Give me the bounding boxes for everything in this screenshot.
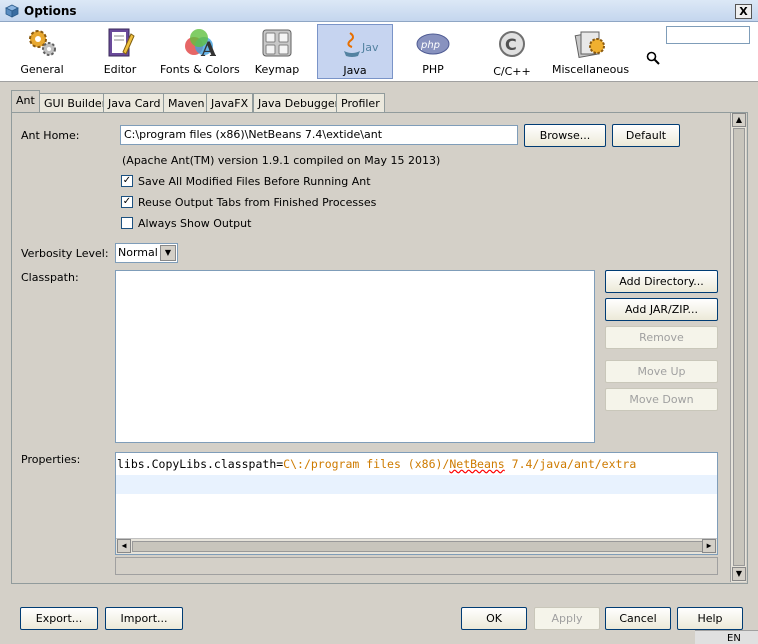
- close-icon: X: [739, 5, 748, 18]
- category-label: Editor: [103, 63, 137, 76]
- category-php[interactable]: php PHP: [396, 24, 470, 79]
- category-cpp[interactable]: C C/C++: [474, 24, 550, 79]
- vertical-scrollbar[interactable]: ▲ ▼: [730, 113, 746, 582]
- tab-java-debugger[interactable]: Java Debugger: [253, 93, 345, 112]
- add-directory-button[interactable]: Add Directory...: [605, 270, 718, 293]
- category-label: Fonts & Colors: [160, 63, 240, 76]
- svg-text:A: A: [200, 37, 216, 60]
- add-jar-button[interactable]: Add JAR/ZIP...: [605, 298, 718, 321]
- category-java[interactable]: Java Java: [317, 24, 393, 79]
- chevron-down-icon[interactable]: ▼: [160, 245, 176, 261]
- category-label: Keymap: [254, 63, 300, 76]
- category-fonts-colors[interactable]: A Fonts & Colors: [160, 24, 240, 79]
- tab-maven[interactable]: Maven: [163, 93, 210, 112]
- move-up-button[interactable]: Move Up: [605, 360, 718, 383]
- close-button[interactable]: X: [735, 4, 752, 19]
- scroll-up-icon[interactable]: ▲: [732, 113, 746, 127]
- properties-current-line: [116, 475, 717, 494]
- svg-text:C: C: [505, 35, 517, 54]
- java-icon: Java: [344, 32, 379, 57]
- category-editor[interactable]: Editor: [82, 24, 158, 79]
- ant-version-text: (Apache Ant(TM) version 1.9.1 compiled o…: [122, 154, 441, 167]
- scroll-down-icon[interactable]: ▼: [732, 567, 746, 581]
- verbosity-value: Normal: [118, 246, 158, 259]
- property-value: C\:/program files (x86)/NetBeans 7.4/jav…: [283, 457, 637, 471]
- classpath-label: Classpath:: [21, 271, 79, 284]
- ant-home-field[interactable]: C:\program files (x86)\NetBeans 7.4\exti…: [120, 125, 518, 145]
- gears-icon: [29, 30, 56, 56]
- category-miscellaneous[interactable]: Miscellaneous: [552, 24, 630, 79]
- verbosity-label: Verbosity Level:: [21, 247, 109, 260]
- tab-gui-builder[interactable]: GUI Builder: [39, 93, 112, 112]
- tab-ant[interactable]: Ant: [11, 90, 40, 113]
- tab-profiler[interactable]: Profiler: [336, 93, 385, 112]
- cancel-button[interactable]: Cancel: [605, 607, 671, 630]
- svg-text:php: php: [420, 40, 440, 51]
- save-modified-checkbox[interactable]: ✓: [121, 175, 133, 187]
- save-modified-label: Save All Modified Files Before Running A…: [138, 175, 371, 188]
- properties-editor[interactable]: libs.CopyLibs.classpath=C\:/program file…: [115, 452, 718, 555]
- scroll-left-icon[interactable]: ◀: [117, 539, 131, 553]
- taskbar-fragment: EN: [695, 630, 758, 644]
- remove-button[interactable]: Remove: [605, 326, 718, 349]
- cpp-icon: C: [499, 31, 525, 57]
- always-show-output-label: Always Show Output: [138, 217, 252, 230]
- keymap-icon: [262, 29, 292, 57]
- category-label: Miscellaneous: [552, 63, 630, 76]
- window-title: Options: [24, 4, 77, 18]
- ant-home-label: Ant Home:: [21, 129, 80, 142]
- properties-line: libs.CopyLibs.classpath=C\:/program file…: [117, 457, 636, 471]
- php-icon: php: [416, 33, 450, 55]
- default-button[interactable]: Default: [612, 124, 680, 147]
- category-keymap[interactable]: Keymap: [240, 24, 314, 79]
- property-key: libs.CopyLibs.classpath=: [117, 457, 284, 471]
- classpath-list[interactable]: [115, 270, 595, 443]
- move-down-button[interactable]: Move Down: [605, 388, 718, 411]
- app-cube-icon: [5, 4, 19, 18]
- svg-text:Java: Java: [361, 41, 379, 54]
- ok-button[interactable]: OK: [461, 607, 527, 630]
- search-input[interactable]: [666, 26, 750, 44]
- scrollbar-thumb[interactable]: [733, 128, 745, 566]
- horizontal-scrollbar[interactable]: ◀ ▶: [116, 538, 717, 554]
- misc-icon: [574, 31, 605, 58]
- title-bar: Options X: [0, 0, 758, 22]
- editor-icon: [108, 28, 135, 57]
- always-show-output-checkbox[interactable]: [121, 217, 133, 229]
- properties-label: Properties:: [21, 453, 81, 466]
- category-general[interactable]: General: [4, 24, 80, 79]
- import-button[interactable]: Import...: [105, 607, 183, 630]
- tab-javafx[interactable]: JavaFX: [206, 93, 254, 112]
- fonts-colors-icon: A: [185, 29, 216, 60]
- export-button[interactable]: Export...: [20, 607, 98, 630]
- category-label: General: [20, 63, 64, 76]
- properties-status-strip: [115, 557, 718, 575]
- scroll-right-icon[interactable]: ▶: [702, 539, 716, 553]
- reuse-tabs-label: Reuse Output Tabs from Finished Processe…: [138, 196, 377, 209]
- category-label: C/C++: [493, 65, 531, 78]
- tab-java-card[interactable]: Java Card: [103, 93, 166, 112]
- search-icon: [646, 51, 660, 65]
- reuse-tabs-checkbox[interactable]: ✓: [121, 196, 133, 208]
- browse-button[interactable]: Browse...: [524, 124, 606, 147]
- scrollbar-thumb[interactable]: [132, 541, 704, 552]
- apply-button[interactable]: Apply: [534, 607, 600, 630]
- category-label: Java: [343, 64, 367, 77]
- help-button[interactable]: Help: [677, 607, 743, 630]
- language-indicator: EN: [727, 633, 741, 644]
- category-toolbar: General Editor A Fonts & Colors Keymap J…: [0, 22, 758, 82]
- category-label: PHP: [422, 63, 444, 76]
